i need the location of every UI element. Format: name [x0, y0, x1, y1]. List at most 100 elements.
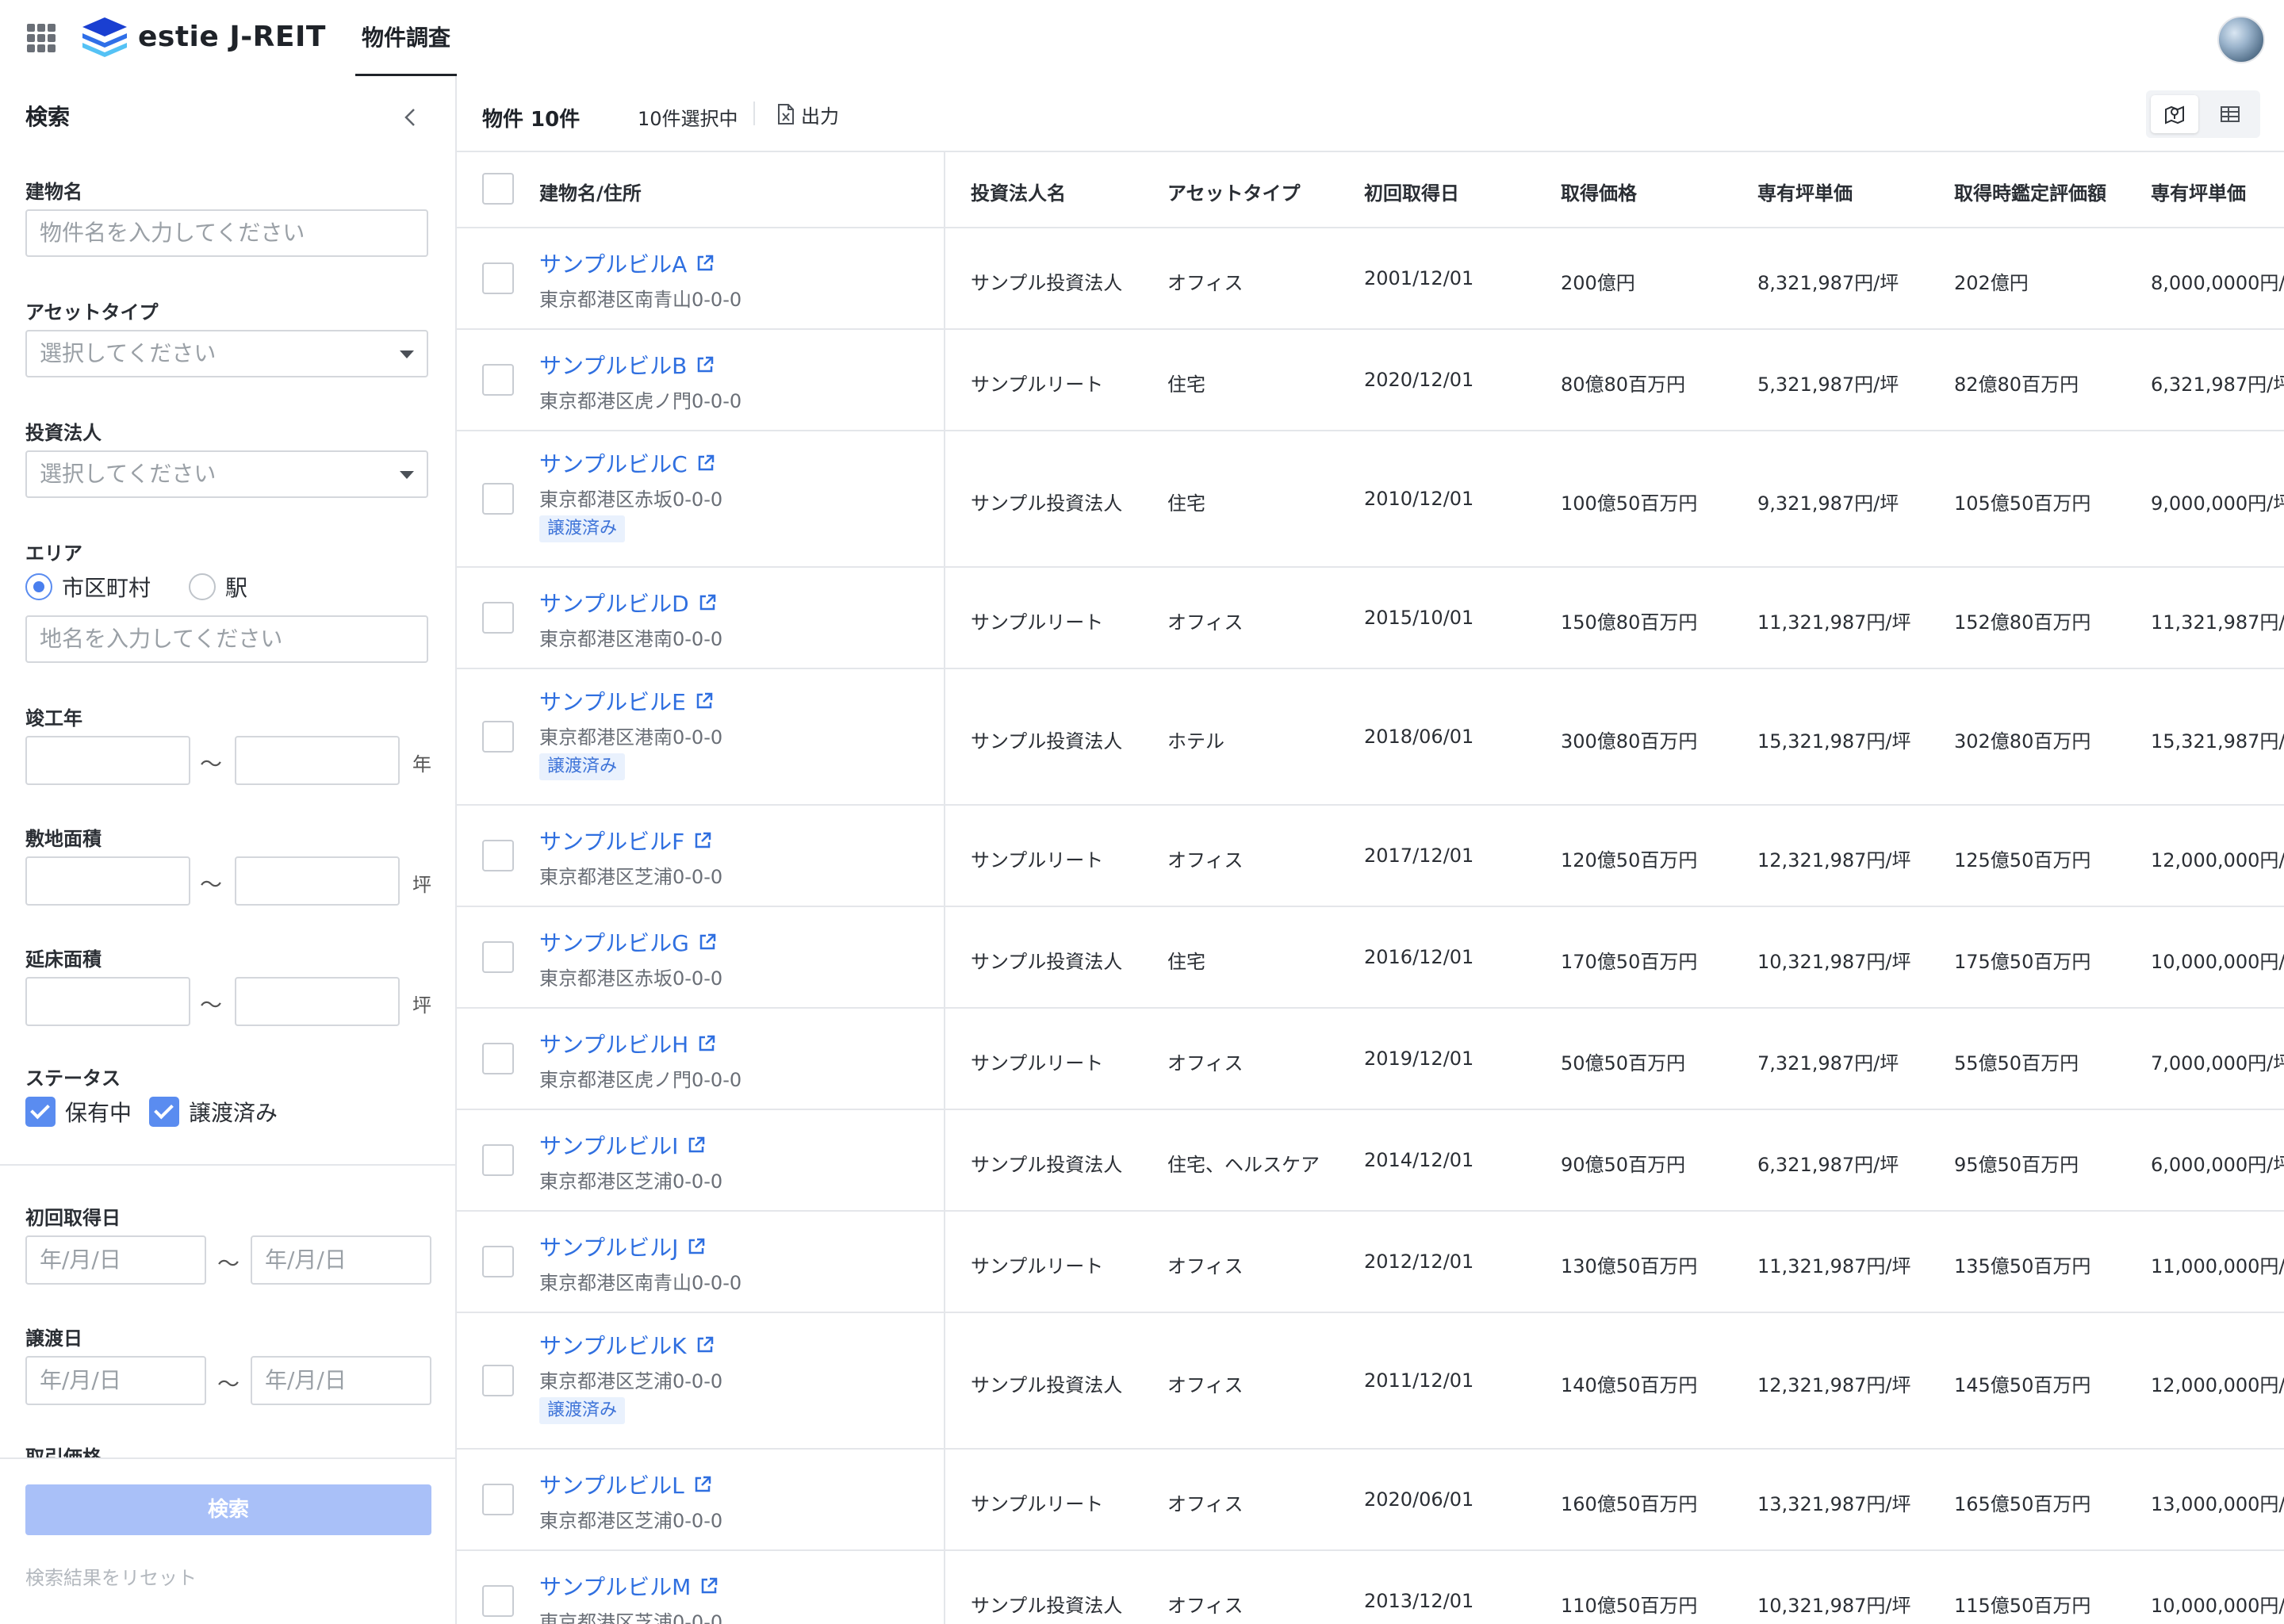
area-input[interactable]: 地名を入力してください: [25, 615, 428, 663]
select-all-checkbox[interactable]: [482, 173, 514, 205]
table-header: 建物名/住所 投資法人名 アセットタイプ 初回取得日 取得価格 専有坪単価 取得…: [457, 152, 2284, 228]
status-label: ステータス: [25, 1067, 121, 1090]
asset-type: オフィス: [1167, 1493, 1244, 1515]
table-row[interactable]: サンプルビルD 東京都港区港南0-0-0 サンプルリート オフィス 2015/10/01…: [457, 568, 2284, 669]
transfer-date-to[interactable]: 年/月/日: [251, 1356, 431, 1405]
building-link[interactable]: サンプルビルK: [539, 1329, 715, 1361]
reset-search-link[interactable]: 検索結果をリセット: [25, 1562, 197, 1590]
row-checkbox[interactable]: [482, 483, 514, 515]
row-checkbox[interactable]: [482, 262, 514, 294]
map-view-button[interactable]: [2151, 95, 2198, 133]
building-link[interactable]: サンプルビルB: [539, 349, 715, 381]
table-row[interactable]: サンプルビルE 東京都港区港南0-0-0 譲渡済み サンプル投資法人 ホテル 2018/0…: [457, 669, 2284, 806]
row-checkbox[interactable]: [482, 1585, 514, 1617]
building-link[interactable]: サンプルビルF: [539, 825, 713, 856]
row-checkbox[interactable]: [482, 721, 514, 753]
radio-station[interactable]: [189, 573, 217, 600]
building-link[interactable]: サンプルビルH: [539, 1028, 717, 1059]
row-checkbox[interactable]: [482, 1144, 514, 1176]
building-link[interactable]: サンプルビルA: [539, 247, 715, 279]
floor-area-from[interactable]: [25, 977, 190, 1026]
table-row[interactable]: サンプルビルC 東京都港区赤坂0-0-0 譲渡済み サンプル投資法人 住宅 2010/12…: [457, 431, 2284, 568]
building-link[interactable]: サンプルビルJ: [539, 1231, 707, 1262]
excel-file-icon: [778, 104, 794, 124]
asset-type-placeholder: 選択してください: [40, 340, 217, 366]
building-link[interactable]: サンプルビルG: [539, 926, 718, 958]
row-checkbox[interactable]: [482, 364, 514, 396]
table-row[interactable]: サンプルビルF 東京都港区芝浦0-0-0 サンプルリート オフィス 2017/12/01…: [457, 806, 2284, 907]
radio-municipality[interactable]: [25, 573, 52, 600]
asset-type: オフィス: [1167, 1255, 1244, 1277]
external-link-icon: [699, 594, 715, 611]
building-link[interactable]: サンプルビルM: [539, 1570, 719, 1602]
unit-price-2: 8,000,0000円/坪: [2151, 272, 2284, 294]
completion-year-to[interactable]: [235, 736, 400, 785]
external-link-icon: [696, 832, 711, 848]
row-checkbox[interactable]: [482, 840, 514, 871]
acquisition-date: 2016/12/01: [1364, 946, 1474, 968]
table-row[interactable]: サンプルビルG 東京都港区赤坂0-0-0 サンプル投資法人 住宅 2016/12/01 1…: [457, 907, 2284, 1009]
building-address: 東京都港区虎ノ門0-0-0: [539, 390, 742, 412]
acquisition-price: 80億80百万円: [1561, 373, 1686, 396]
table-row[interactable]: サンプルビルH 東京都港区虎ノ門0-0-0 サンプルリート オフィス 2019/12/0…: [457, 1009, 2284, 1110]
building-name-input[interactable]: 物件名を入力してください: [25, 209, 428, 257]
investor-name: サンプル投資法人: [971, 272, 1123, 294]
app-launcher-icon[interactable]: [27, 24, 56, 52]
asset-type: オフィス: [1167, 611, 1244, 634]
export-button[interactable]: 出力: [777, 100, 839, 128]
acquisition-date: 2015/10/01: [1364, 607, 1474, 629]
appraisal-value: 125億50百万円: [1954, 849, 2091, 871]
table-row[interactable]: サンプルビルK 東京都港区芝浦0-0-0 譲渡済み サンプル投資法人 オフィス 2011/…: [457, 1313, 2284, 1450]
range-separator: 〜: [217, 1251, 240, 1277]
collapse-sidebar-icon[interactable]: [397, 103, 425, 132]
table-row[interactable]: サンプルビルJ 東京都港区南青山0-0-0 サンプルリート オフィス 2012/12/0…: [457, 1212, 2284, 1313]
investor-select[interactable]: 選択してください: [25, 450, 428, 498]
unit-price: 15,321,987円/坪: [1757, 730, 1911, 753]
unit-price-2: 13,000,000円/坪: [2151, 1493, 2284, 1515]
row-checkbox[interactable]: [482, 941, 514, 973]
row-checkbox[interactable]: [482, 1484, 514, 1515]
transfer-date-from[interactable]: 年/月/日: [25, 1356, 206, 1405]
table-row[interactable]: サンプルビルI 東京都港区芝浦0-0-0 サンプル投資法人 住宅、ヘルスケア 2014/…: [457, 1110, 2284, 1212]
tab-property-research[interactable]: 物件調査: [355, 0, 457, 78]
table-row[interactable]: サンプルビルM 東京都港区芝浦0-0-0 サンプル投資法人 オフィス 2013/12/0…: [457, 1551, 2284, 1624]
row-checkbox[interactable]: [482, 602, 514, 634]
land-area-from[interactable]: [25, 856, 190, 906]
unit-price-2: 11,000,000円/坪: [2151, 1255, 2284, 1277]
row-checkbox[interactable]: [482, 1246, 514, 1277]
checkbox-transferred[interactable]: [149, 1097, 180, 1127]
brand-name[interactable]: estie J-REIT: [138, 16, 326, 59]
checkbox-holding[interactable]: [25, 1097, 56, 1127]
col-unit-price: 専有坪単価: [1757, 182, 1853, 205]
land-area-label: 敷地面積: [25, 828, 102, 850]
row-checkbox[interactable]: [482, 1365, 514, 1396]
status-badge: 譲渡済み: [539, 1397, 626, 1424]
acquisition-price: 120億50百万円: [1561, 849, 1698, 871]
building-link[interactable]: サンプルビルI: [539, 1129, 707, 1161]
building-link[interactable]: サンプルビルC: [539, 447, 716, 479]
row-checkbox[interactable]: [482, 1043, 514, 1074]
table-row[interactable]: サンプルビルL 東京都港区芝浦0-0-0 サンプルリート オフィス 2020/06/01…: [457, 1450, 2284, 1551]
acquisition-date-from[interactable]: 年/月/日: [25, 1235, 206, 1285]
building-name: サンプルビルJ: [539, 1235, 679, 1261]
acquisition-date-to[interactable]: 年/月/日: [251, 1235, 431, 1285]
table-row[interactable]: サンプルビルB 東京都港区虎ノ門0-0-0 サンプルリート 住宅 2020/12/01 8…: [457, 330, 2284, 431]
building-address: 東京都港区赤坂0-0-0: [539, 967, 723, 990]
table-view-button[interactable]: [2206, 95, 2254, 133]
land-area-to[interactable]: [235, 856, 400, 906]
unit-price-2: 12,000,000円/坪: [2151, 1374, 2284, 1396]
search-button[interactable]: 検索: [25, 1484, 431, 1535]
unit-price-2: 12,000,000円/坪: [2151, 849, 2284, 871]
building-link[interactable]: サンプルビルL: [539, 1469, 713, 1500]
building-link[interactable]: サンプルビルD: [539, 587, 718, 619]
unit-price-2: 9,000,000円/坪: [2151, 492, 2284, 515]
floor-area-to[interactable]: [235, 977, 400, 1026]
avatar[interactable]: [2217, 16, 2265, 63]
appraisal-value: 165億50百万円: [1954, 1493, 2091, 1515]
radio-municipality-label: 市区町村: [62, 575, 151, 601]
acquisition-date: 2013/12/01: [1364, 1590, 1474, 1612]
table-row[interactable]: サンプルビルA 東京都港区南青山0-0-0 サンプル投資法人 オフィス 2001/12/…: [457, 228, 2284, 330]
asset-type-select[interactable]: 選択してください: [25, 330, 428, 377]
completion-year-from[interactable]: [25, 736, 190, 785]
building-link[interactable]: サンプルビルE: [539, 685, 715, 717]
